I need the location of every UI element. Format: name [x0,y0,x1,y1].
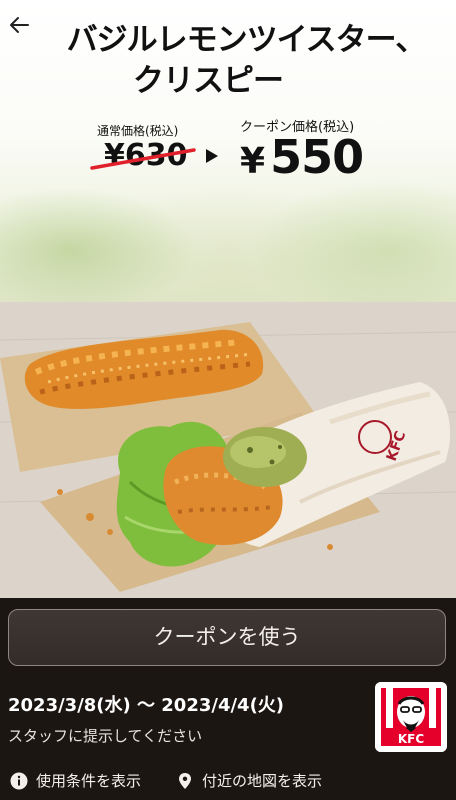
coupon-hero: バジルレモンツイスター、 クリスピー 通常価格(税込) ¥630 クーポン価格(… [0,0,456,302]
product-title: バジルレモンツイスター、 クリスピー [0,20,456,102]
show-nearby-map-label: 付近の地図を表示 [202,772,323,790]
show-nearby-map-link[interactable]: 付近の地図を表示 [176,770,322,791]
regular-price: ¥630 [104,138,188,173]
show-terms-label: 使用条件を表示 [36,772,142,790]
regular-price-label: 通常価格(税込) [97,124,179,138]
coupon-price-value: 550 [270,130,364,184]
kfc-logo: KFC [375,682,447,752]
price-arrow-icon [206,149,218,163]
show-terms-link[interactable]: 使用条件を表示 [10,770,141,791]
map-pin-icon [179,772,191,789]
kfc-logo-icon: KFC [375,682,447,752]
info-icon [10,772,28,789]
product-title-line2: クリスピー [133,63,284,99]
coupon-price: ¥550 [240,130,364,184]
kfc-logo-text: KFC [398,732,424,746]
product-illustration: KFC [0,302,456,598]
validity-period: 2023/3/8(水) 〜 2023/4/4(火) [8,695,285,716]
coupon-price-currency: ¥ [240,141,265,182]
coupon-actions-panel: クーポンを使う 2023/3/8(水) 〜 2023/4/4(火) スタッフに提… [0,598,456,800]
product-title-line1: バジルレモンツイスター、 [66,22,427,58]
use-coupon-button[interactable]: クーポンを使う [8,609,446,666]
staff-instruction: スタッフに提示してください [8,727,203,745]
product-photo: KFC [0,302,456,598]
